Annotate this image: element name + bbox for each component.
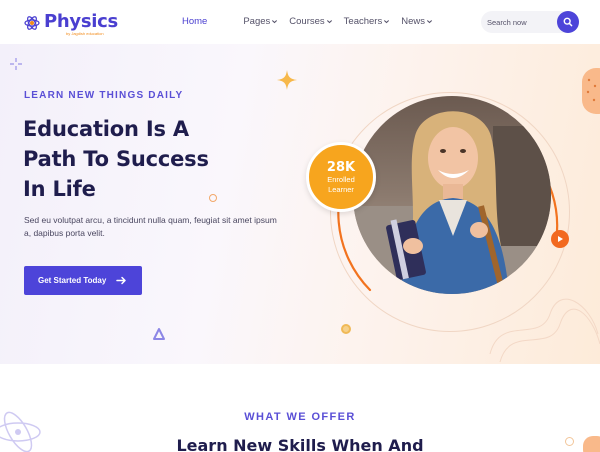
chevron-down-icon (272, 20, 278, 24)
get-started-label: Get Started Today (38, 276, 107, 285)
nav-item-courses[interactable]: Courses (289, 16, 332, 27)
nav-item-label: Teachers (343, 16, 383, 27)
main-nav: Home Pages Courses Teachers News (182, 16, 433, 27)
chevron-down-icon (426, 20, 433, 24)
headline-line: In Life (23, 177, 96, 201)
chevron-down-icon (384, 20, 390, 24)
hero-description: Sed eu volutpat arcu, a tincidunt nulla … (24, 215, 277, 238)
headline-line: Education Is A (23, 117, 189, 141)
hero-eyebrow: LEARN NEW THINGS DAILY (24, 90, 184, 101)
offer-title: Learn New Skills When And (176, 436, 424, 452)
arrow-right-icon (116, 276, 126, 285)
brand-tagline: by Jagdish education (66, 31, 104, 36)
play-icon (558, 236, 563, 242)
headline-line: Path To Success (23, 147, 209, 171)
student-photo (353, 96, 551, 294)
nav-item-news[interactable]: News (401, 16, 433, 27)
nav-item-pages[interactable]: Pages (243, 16, 278, 27)
hero-section: LEARN NEW THINGS DAILY Education Is A Pa… (0, 44, 600, 364)
blob-dots-icon (586, 78, 597, 102)
site-header: Physics by Jagdish education Home Pages … (0, 0, 600, 44)
nav-item-teachers[interactable]: Teachers (344, 16, 391, 27)
enrolled-learners-badge: 28K Enrolled Learner (306, 142, 376, 212)
get-started-button[interactable]: Get Started Today (24, 266, 142, 295)
search-icon (563, 17, 573, 27)
offer-eyebrow: WHAT WE OFFER (244, 411, 356, 423)
search-button[interactable] (557, 11, 579, 33)
badge-label-line2: Learner (328, 184, 354, 194)
nav-item-home[interactable]: Home (182, 16, 207, 27)
hero-headline: Education Is A Path To Success In Life (23, 114, 283, 204)
nav-item-label: Home (182, 16, 208, 27)
atom-logo-icon (23, 12, 41, 32)
nav-item-label: News (401, 16, 425, 27)
nav-item-label: Courses (289, 16, 325, 27)
brand-logo[interactable]: Physics by Jagdish education (23, 9, 118, 36)
nav-item-label: Pages (243, 16, 271, 27)
chevron-down-icon (326, 20, 332, 24)
sparkle-icon (10, 58, 22, 70)
badge-number: 28K (326, 159, 356, 175)
star-icon (277, 70, 297, 90)
triangle-icon (153, 328, 165, 340)
badge-label-line1: Enrolled (327, 174, 355, 184)
search-input[interactable] (487, 15, 551, 29)
play-video-button[interactable] (551, 230, 569, 248)
brand-name: Physics (44, 11, 118, 32)
